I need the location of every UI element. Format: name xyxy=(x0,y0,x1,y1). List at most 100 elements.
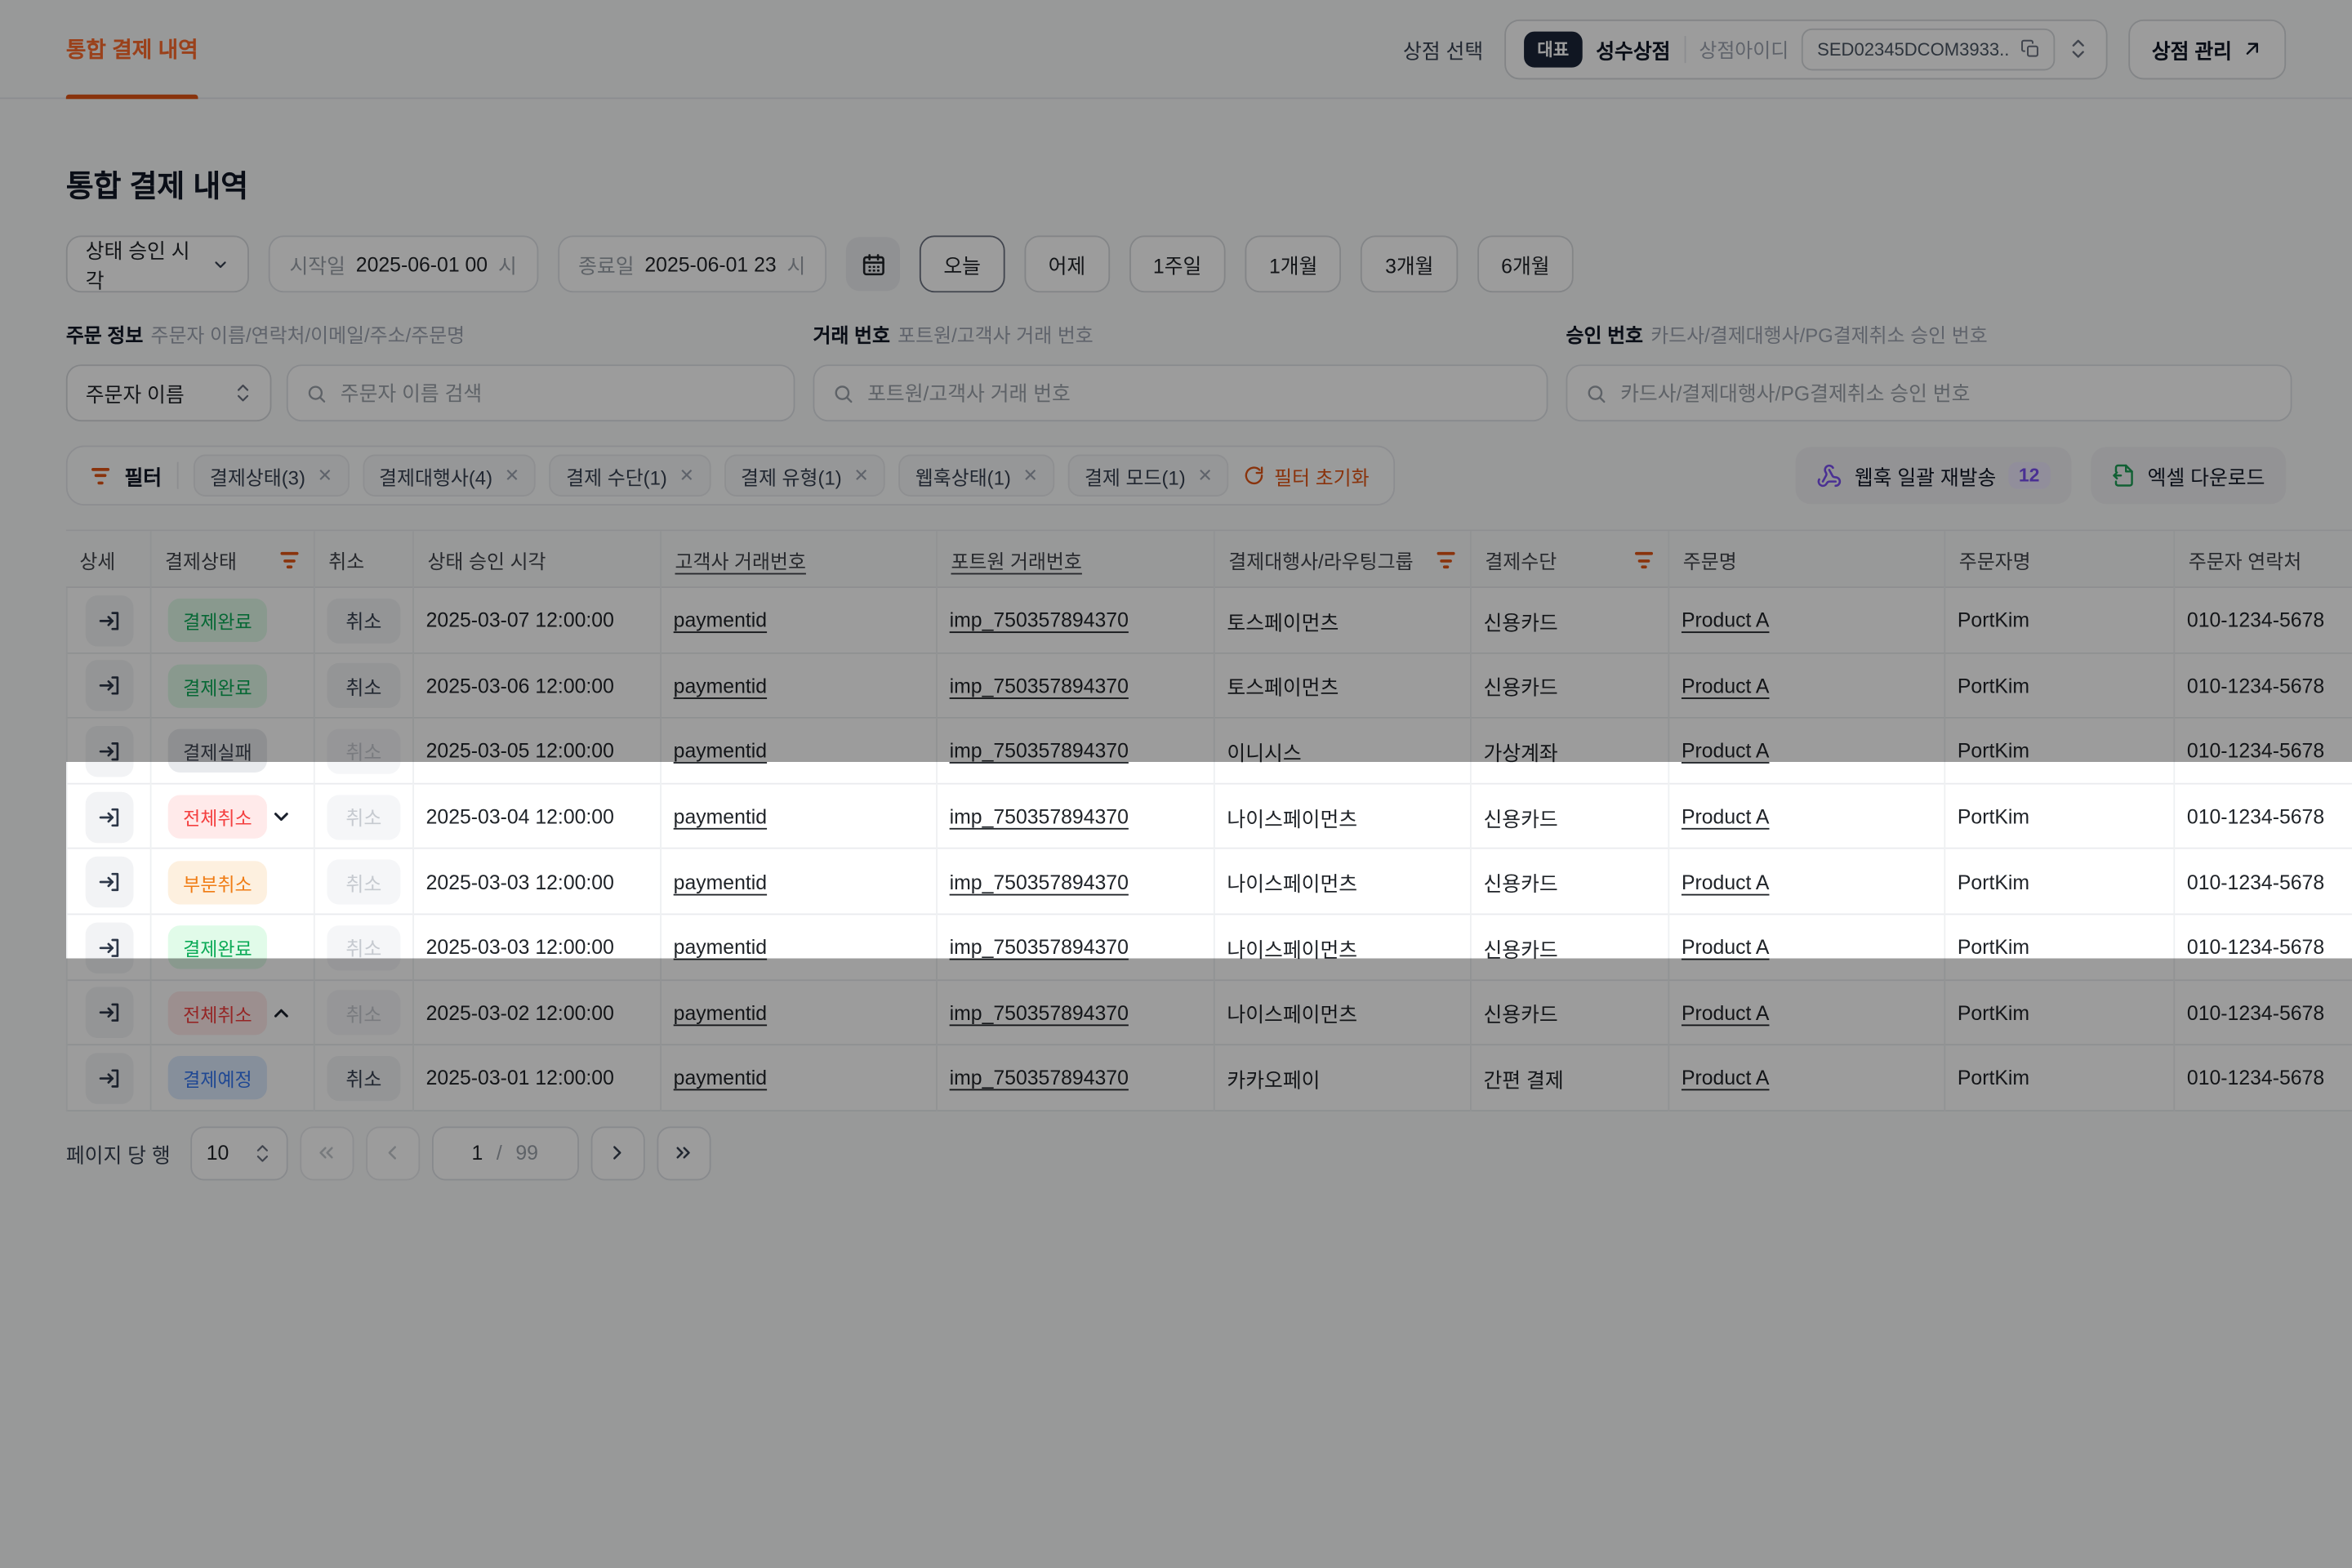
column-header[interactable]: 결제대행사/라우팅그룹 xyxy=(1215,531,1472,590)
status-chevron-icon[interactable] xyxy=(270,1002,293,1025)
filter-chip[interactable]: 결제대행사(4)✕ xyxy=(363,455,537,497)
order-name-link[interactable]: Product A xyxy=(1682,805,1770,828)
date-preset-button[interactable]: 1주일 xyxy=(1129,235,1226,292)
cancel-button[interactable]: 취소 xyxy=(327,664,400,709)
date-preset-button[interactable]: 오늘 xyxy=(920,235,1004,292)
column-header[interactable]: 주문자 연락처 xyxy=(2175,531,2352,590)
page-indicator[interactable]: 1 / 99 xyxy=(431,1126,578,1180)
status-chevron-icon[interactable] xyxy=(270,805,293,828)
detail-button[interactable] xyxy=(85,1053,133,1103)
portone-txn-link[interactable]: imp_750357894370 xyxy=(950,1002,1129,1025)
portone-txn-link[interactable]: imp_750357894370 xyxy=(950,1067,1129,1090)
detail-button[interactable] xyxy=(85,595,133,646)
chip-close-icon[interactable]: ✕ xyxy=(1197,466,1212,484)
column-header[interactable]: 포트원 거래번호 xyxy=(938,531,1215,590)
order-name-link[interactable]: Product A xyxy=(1682,1067,1770,1090)
store-selector[interactable]: 대표 성수상점 상점아이디 SED02345DCOM3933.. xyxy=(1504,19,2107,78)
order-name-link[interactable]: Product A xyxy=(1682,740,1770,763)
column-header[interactable]: 상태 승인 시각 xyxy=(414,531,662,590)
portone-txn-link[interactable]: imp_750357894370 xyxy=(950,805,1129,828)
filter-chip[interactable]: 웹훅상태(1)✕ xyxy=(899,455,1055,497)
portone-txn-link[interactable]: imp_750357894370 xyxy=(950,609,1129,632)
merchant-txn-link[interactable]: paymentid xyxy=(674,675,767,697)
date-preset-button[interactable]: 3개월 xyxy=(1361,235,1458,292)
order-search-input[interactable] xyxy=(341,381,776,404)
order-name-link[interactable]: Product A xyxy=(1682,675,1770,697)
column-header[interactable]: 주문자명 xyxy=(1945,531,2175,590)
portone-txn-link[interactable]: imp_750357894370 xyxy=(950,675,1129,697)
last-page-button[interactable] xyxy=(657,1126,710,1180)
order-field-select[interactable]: 주문자 이름 xyxy=(66,364,272,421)
detail-button[interactable] xyxy=(85,922,133,973)
filter-chip[interactable]: 결제 유형(1)✕ xyxy=(724,455,885,497)
transaction-search-field[interactable] xyxy=(813,364,1548,421)
first-page-button[interactable] xyxy=(300,1126,354,1180)
filter-chip[interactable]: 결제상태(3)✕ xyxy=(194,455,350,497)
chip-close-icon[interactable]: ✕ xyxy=(853,466,868,484)
excel-download-button[interactable]: 엑셀 다운로드 xyxy=(2091,447,2286,504)
webhook-bulk-resend-button[interactable]: 웹훅 일괄 재발송 12 xyxy=(1796,447,2071,504)
detail-button[interactable] xyxy=(85,987,133,1038)
order-name-link[interactable]: Product A xyxy=(1682,609,1770,632)
date-preset-button[interactable]: 1개월 xyxy=(1245,235,1342,292)
column-header[interactable]: 결제상태 xyxy=(152,531,315,590)
end-date-input[interactable]: 종료일 2025-06-01 23 시 xyxy=(557,235,826,292)
detail-button[interactable] xyxy=(85,791,133,842)
cancel-button[interactable]: 취소 xyxy=(327,860,400,905)
column-filter-icon[interactable] xyxy=(280,552,298,568)
prev-page-button[interactable] xyxy=(365,1126,419,1180)
column-filter-icon[interactable] xyxy=(1635,552,1653,568)
transaction-search-input[interactable] xyxy=(867,381,1529,404)
merchant-txn-link[interactable]: paymentid xyxy=(674,871,767,894)
chip-close-icon[interactable]: ✕ xyxy=(679,466,694,484)
date-preset-button[interactable]: 6개월 xyxy=(1477,235,1574,292)
merchant-txn-link[interactable]: paymentid xyxy=(674,1067,767,1090)
rows-per-page-select[interactable]: 10 xyxy=(190,1126,287,1180)
cancel-button[interactable]: 취소 xyxy=(327,795,400,840)
portone-txn-link[interactable]: imp_750357894370 xyxy=(950,937,1129,960)
cancel-button[interactable]: 취소 xyxy=(327,729,400,774)
copy-icon[interactable] xyxy=(2020,39,2039,59)
chip-close-icon[interactable]: ✕ xyxy=(318,466,332,484)
cancel-button[interactable]: 취소 xyxy=(327,1056,400,1101)
detail-button[interactable] xyxy=(85,857,133,907)
merchant-txn-link[interactable]: paymentid xyxy=(674,740,767,763)
date-preset-button[interactable]: 어제 xyxy=(1024,235,1109,292)
column-header[interactable]: 상세 xyxy=(66,531,152,590)
chevron-updown-icon[interactable] xyxy=(2068,38,2087,60)
filter-chip[interactable]: 결제 수단(1)✕ xyxy=(550,455,710,497)
start-date-input[interactable]: 시작일 2025-06-01 00 시 xyxy=(269,235,538,292)
merchant-txn-link[interactable]: paymentid xyxy=(674,937,767,960)
portone-txn-link[interactable]: imp_750357894370 xyxy=(950,740,1129,763)
column-header[interactable]: 결제수단 xyxy=(1472,531,1669,590)
column-header[interactable]: 취소 xyxy=(315,531,414,590)
merchant-txn-link[interactable]: paymentid xyxy=(674,1002,767,1025)
approval-search-input[interactable] xyxy=(1620,381,2273,404)
cancel-button[interactable]: 취소 xyxy=(327,991,400,1036)
detail-button[interactable] xyxy=(85,726,133,777)
tab-integrated-payments[interactable]: 통합 결제 내역 xyxy=(66,0,198,98)
order-name-link[interactable]: Product A xyxy=(1682,871,1770,894)
chip-close-icon[interactable]: ✕ xyxy=(505,466,519,484)
filter-reset-button[interactable]: 필터 초기화 xyxy=(1244,461,1369,490)
store-id-value[interactable]: SED02345DCOM3933.. xyxy=(1802,28,2055,69)
portone-txn-link[interactable]: imp_750357894370 xyxy=(950,871,1129,894)
merchant-txn-link[interactable]: paymentid xyxy=(674,805,767,828)
column-header[interactable]: 주문명 xyxy=(1669,531,1945,590)
next-page-button[interactable] xyxy=(590,1126,644,1180)
store-manage-button[interactable]: 상점 관리 xyxy=(2127,19,2286,78)
filter-chip[interactable]: 결제 모드(1)✕ xyxy=(1068,455,1229,497)
merchant-txn-link[interactable]: paymentid xyxy=(674,609,767,632)
cancel-button[interactable]: 취소 xyxy=(327,598,400,643)
time-type-select[interactable]: 상태 승인 시각 xyxy=(66,235,249,292)
order-name-link[interactable]: Product A xyxy=(1682,937,1770,960)
approval-search-field[interactable] xyxy=(1566,364,2292,421)
detail-button[interactable] xyxy=(85,661,133,711)
chip-close-icon[interactable]: ✕ xyxy=(1023,466,1038,484)
calendar-button[interactable] xyxy=(846,237,900,291)
column-filter-icon[interactable] xyxy=(1437,552,1455,568)
order-search-field[interactable] xyxy=(287,364,795,421)
column-header[interactable]: 고객사 거래번호 xyxy=(662,531,938,590)
order-name-link[interactable]: Product A xyxy=(1682,1002,1770,1025)
cancel-button[interactable]: 취소 xyxy=(327,925,400,970)
